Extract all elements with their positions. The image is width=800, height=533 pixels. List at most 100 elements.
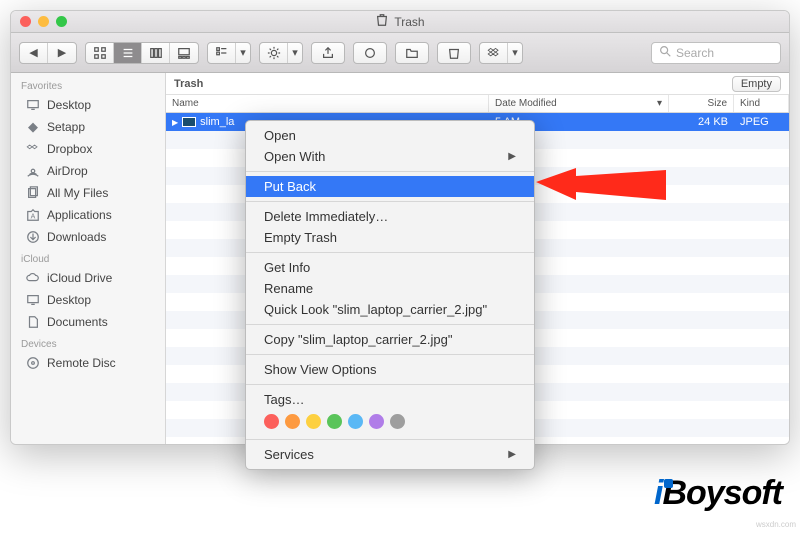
newfolder-button-group[interactable] [395,42,429,64]
submenu-arrow-icon: ▶ [508,449,516,460]
tag-green[interactable] [327,414,342,429]
sidebar-section-favorites: Favorites [11,75,165,94]
sidebar-item-label: Applications [47,208,112,222]
menu-label: Open With [264,149,325,164]
menu-separator [246,439,534,440]
cell-size: 24 KB [669,116,734,128]
arrange-dropdown[interactable]: ▾ [236,43,250,63]
menu-delete-immediately[interactable]: Delete Immediately… [246,206,534,227]
menu-label: Put Back [264,179,316,194]
dropbox-dropdown[interactable]: ▾ [508,43,522,63]
column-headers: Name Date Modified▾ Size Kind [166,95,789,113]
zoom-button[interactable] [56,16,67,27]
menu-get-info[interactable]: Get Info [246,257,534,278]
airdrop-icon [25,163,41,179]
tag-gray[interactable] [390,414,405,429]
view-switcher [85,42,199,64]
sidebar-item-applications[interactable]: A Applications [11,204,165,226]
menu-label: Delete Immediately… [264,209,388,224]
menu-open-with[interactable]: Open With ▶ [246,146,534,167]
menu-label: Copy "slim_laptop_carrier_2.jpg" [264,332,452,347]
sidebar-item-airdrop[interactable]: AirDrop [11,160,165,182]
search-field[interactable]: Search [651,42,781,64]
menu-label: Open [264,128,296,143]
share-button[interactable] [312,43,344,63]
tags-button[interactable] [354,43,386,63]
documents-icon [25,314,41,330]
menu-copy[interactable]: Copy "slim_laptop_carrier_2.jpg" [246,329,534,350]
close-button[interactable] [20,16,31,27]
tag-red[interactable] [264,414,279,429]
newfolder-button[interactable] [396,43,428,63]
sidebar-item-allmyfiles[interactable]: All My Files [11,182,165,204]
menu-put-back[interactable]: Put Back [246,176,534,197]
sidebar-item-downloads[interactable]: Downloads [11,226,165,248]
menu-quick-look[interactable]: Quick Look "slim_laptop_carrier_2.jpg" [246,299,534,320]
menu-separator [246,354,534,355]
share-button-group[interactable] [311,42,345,64]
column-view-button[interactable] [142,43,170,63]
col-kind[interactable]: Kind [734,95,789,112]
col-size[interactable]: Size [669,95,734,112]
col-date[interactable]: Date Modified▾ [489,95,669,112]
minimize-button[interactable] [38,16,49,27]
sidebar-item-label: AirDrop [47,164,88,178]
sidebar-item-label: Documents [47,315,108,329]
icon-view-button[interactable] [86,43,114,63]
sidebar-item-setapp[interactable]: ◆Setapp [11,116,165,138]
sidebar-item-iclouddrive[interactable]: iCloud Drive [11,267,165,289]
submenu-arrow-icon: ▶ [508,151,516,162]
tag-orange[interactable] [285,414,300,429]
diamond-icon: ◆ [25,119,41,135]
tag-yellow[interactable] [306,414,321,429]
delete-button-group[interactable] [437,42,471,64]
file-thumbnail-icon [182,117,196,127]
action-group: ▾ [259,42,303,64]
tag-purple[interactable] [369,414,384,429]
forward-button[interactable]: ▶ [48,43,76,63]
gallery-view-button[interactable] [170,43,198,63]
window-controls [11,16,67,27]
col-name[interactable]: Name [166,95,489,112]
menu-rename[interactable]: Rename [246,278,534,299]
sidebar-item-dropbox[interactable]: Dropbox [11,138,165,160]
sidebar-item-label: Desktop [47,293,91,307]
sidebar-item-remotedisc[interactable]: Remote Disc [11,352,165,374]
sidebar-item-label: iCloud Drive [47,271,112,285]
menu-label: Quick Look "slim_laptop_carrier_2.jpg" [264,302,487,317]
arrange-group: ▾ [207,42,251,64]
sidebar-item-documents[interactable]: Documents [11,311,165,333]
menu-separator [246,252,534,253]
credit-text: wsxdn.com [756,520,796,529]
back-button[interactable]: ◀ [20,43,48,63]
dropbox-button[interactable] [480,43,508,63]
dropbox-group: ▾ [479,42,523,64]
tags-row [246,410,534,435]
sidebar-item-label: Remote Disc [47,356,116,370]
action-button[interactable] [260,43,288,63]
delete-button[interactable] [438,43,470,63]
menu-label: Empty Trash [264,230,337,245]
empty-trash-button[interactable]: Empty [732,76,781,92]
titlebar: Trash [11,11,789,33]
menu-open[interactable]: Open [246,125,534,146]
sidebar-item-label: Dropbox [47,142,92,156]
menu-empty-trash[interactable]: Empty Trash [246,227,534,248]
arrange-button[interactable] [208,43,236,63]
nav-buttons: ◀ ▶ [19,42,77,64]
svg-text:A: A [31,214,36,221]
desktop-icon [25,97,41,113]
list-view-button[interactable] [114,43,142,63]
action-dropdown[interactable]: ▾ [288,43,302,63]
sidebar-section-devices: Devices [11,333,165,352]
tag-blue[interactable] [348,414,363,429]
disclosure-icon: ▶ [172,118,178,127]
menu-show-view-options[interactable]: Show View Options [246,359,534,380]
menu-tags[interactable]: Tags… [246,389,534,410]
menu-services[interactable]: Services▶ [246,444,534,465]
tags-button-group[interactable] [353,42,387,64]
menu-label: Show View Options [264,362,377,377]
desktop-icon [25,292,41,308]
sidebar-item-desktop-icloud[interactable]: Desktop [11,289,165,311]
sidebar-item-desktop[interactable]: Desktop [11,94,165,116]
